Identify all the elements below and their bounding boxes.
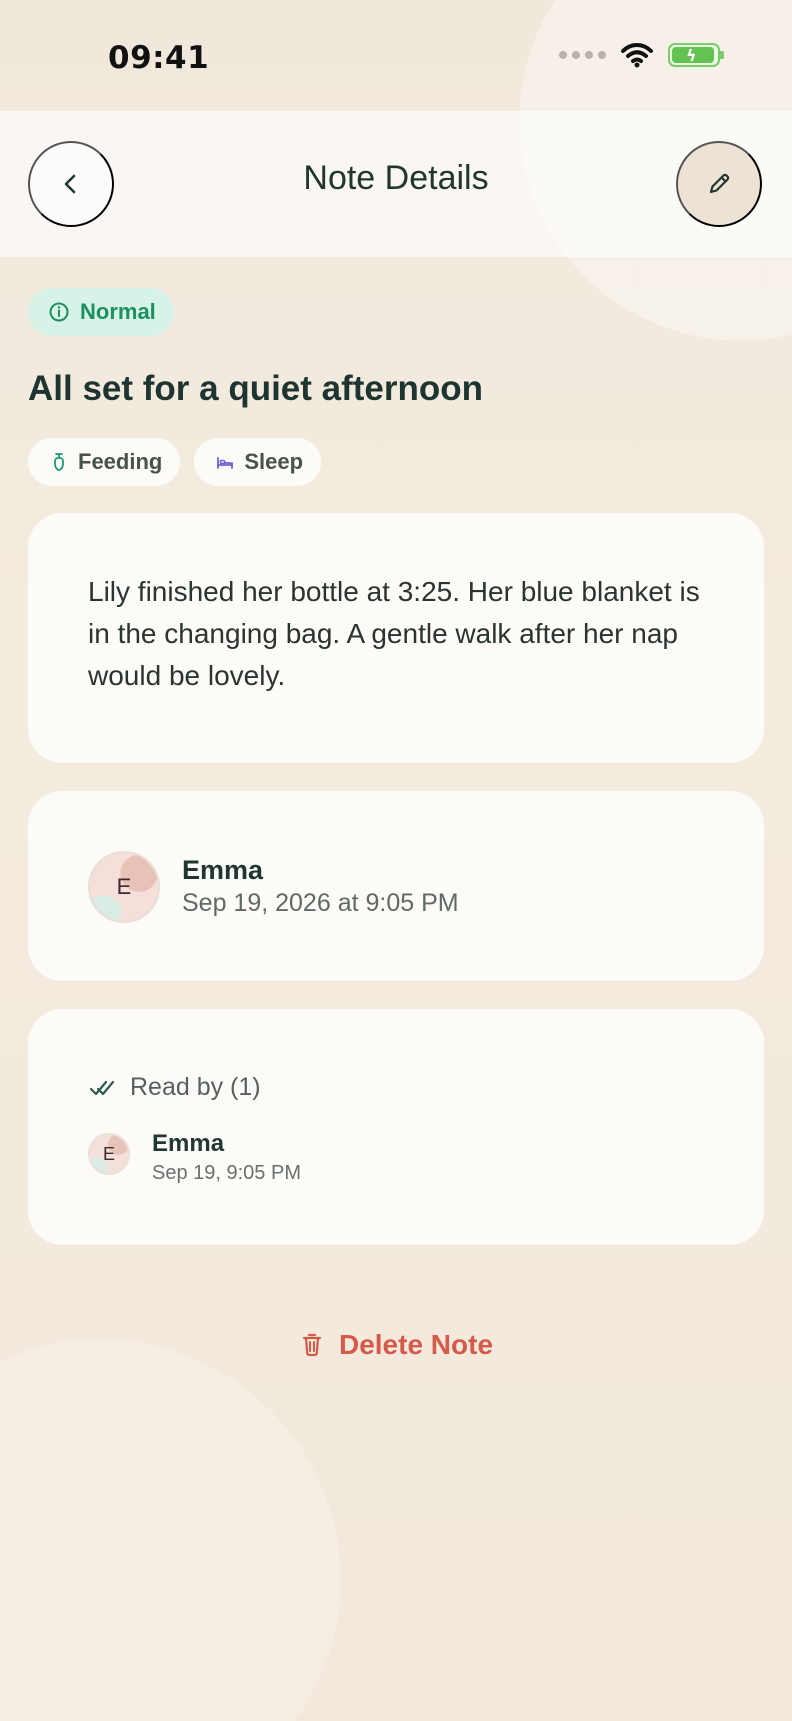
tag-label: Sleep — [244, 449, 304, 475]
tag-feeding: Feeding — [28, 438, 181, 487]
author-name: Emma — [182, 855, 264, 886]
priority-label: Normal — [80, 299, 156, 324]
status-icons: ϟ — [559, 42, 724, 68]
trash-icon — [299, 1331, 325, 1359]
avatar: E — [88, 1133, 130, 1176]
author-timestamp: Sep 19, 2026 at 9:05 PM — [182, 889, 459, 918]
tag-sleep: Sleep — [194, 438, 322, 487]
read-by-header: Read by (1) — [88, 1073, 261, 1102]
message-text: Lily finished her bottle at 3:25. Her bl… — [88, 576, 700, 692]
status-time: 09:41 — [108, 40, 210, 76]
read-by-card: Read by (1) E Emma Sep 19, 9:05 PM — [28, 1009, 764, 1246]
battery-charging-icon: ϟ — [668, 43, 724, 67]
bed-icon — [214, 451, 236, 473]
reader-timestamp: Sep 19, 9:05 PM — [152, 1161, 301, 1184]
read-by-label: Read by (1) — [130, 1073, 261, 1102]
author-card: E Emma Sep 19, 2026 at 9:05 PM — [28, 791, 764, 982]
reader-name: Emma — [152, 1130, 225, 1158]
reader-item: E Emma Sep 19, 9:05 PM — [88, 1130, 301, 1184]
edit-button[interactable] — [676, 141, 762, 227]
avatar: E — [88, 851, 160, 924]
page-title: Note Details — [303, 159, 489, 197]
note-content: Normal All set for a quiet afternoon Fee… — [28, 288, 764, 1361]
double-check-icon — [88, 1077, 116, 1099]
info-icon — [48, 301, 70, 323]
note-title: All set for a quiet afternoon — [28, 369, 484, 408]
top-navigation: Note Details — [0, 111, 792, 257]
wifi-icon — [620, 42, 654, 68]
tag-label: Feeding — [78, 449, 163, 475]
priority-badge: Normal — [28, 288, 174, 336]
delete-note-label: Delete Note — [338, 1329, 494, 1361]
status-bar: 09:41 ϟ — [0, 0, 792, 110]
delete-note-button[interactable]: Delete Note — [281, 1329, 511, 1361]
reader-info: Emma Sep 19, 9:05 PM — [152, 1130, 301, 1184]
pencil-icon — [705, 170, 733, 198]
baby-bottle-icon — [48, 451, 70, 473]
signal-icon — [559, 51, 606, 59]
tag-list: Feeding Sleep — [28, 438, 764, 487]
message-card: Lily finished her bottle at 3:25. Her bl… — [28, 513, 764, 764]
